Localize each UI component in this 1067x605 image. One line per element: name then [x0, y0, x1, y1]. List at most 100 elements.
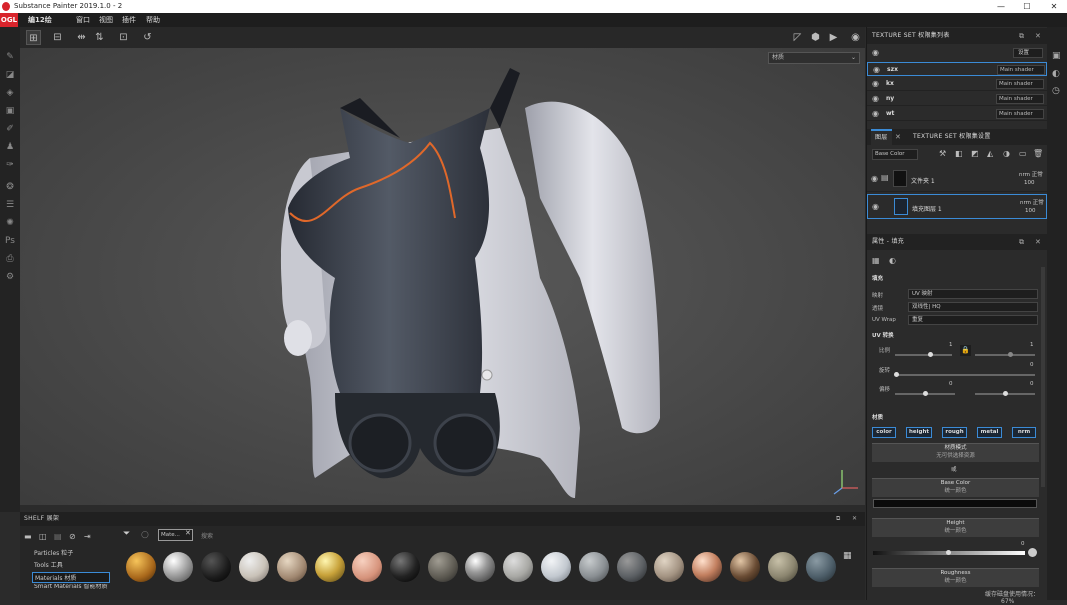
paint-brush-icon[interactable]: ✎	[4, 51, 16, 63]
channel-color-toggle[interactable]: color	[872, 427, 896, 438]
screenshot-camera-icon[interactable]: ◉	[848, 30, 863, 45]
clone-stamp-icon[interactable]: ♟	[4, 141, 16, 153]
material-ball[interactable]	[806, 552, 836, 582]
menu-help[interactable]: 帮助	[146, 13, 160, 27]
add-fill-layer-icon[interactable]: ◩	[971, 149, 979, 158]
rotation-slider-knob[interactable]	[894, 372, 899, 377]
material-ball[interactable]	[768, 552, 798, 582]
shader-select[interactable]: Main shader	[996, 79, 1044, 89]
uv-wrap-select[interactable]: 重复	[908, 315, 1038, 325]
toggle-circle-icon[interactable]: ○	[141, 530, 149, 540]
layer-blend-mode[interactable]: nrm 正常	[1020, 198, 1044, 206]
base-color-swatch[interactable]	[873, 499, 1037, 508]
material-ball[interactable]	[579, 552, 609, 582]
menu-window[interactable]: 窗口	[76, 13, 90, 27]
folder-icon[interactable]: ▬	[24, 532, 32, 541]
material-ball[interactable]	[390, 552, 420, 582]
shader-select[interactable]: Main shader	[996, 109, 1044, 119]
layer-row[interactable]: ◉ 填充图层 1 nrm 正常 100	[867, 194, 1047, 219]
grid-dropdown-icon[interactable]: ⊟	[50, 30, 65, 45]
material-ball[interactable]	[503, 552, 533, 582]
material-ball[interactable]	[730, 552, 760, 582]
eye-icon[interactable]: ◉	[872, 202, 879, 211]
material-ball[interactable]	[126, 552, 156, 582]
scale-slider-2[interactable]	[975, 354, 1035, 356]
filter-icon[interactable]: ⏷	[123, 529, 130, 539]
close-tab-icon[interactable]: ✕	[895, 129, 901, 145]
menu-plugins[interactable]: 插件	[122, 13, 136, 27]
height-slider-knob[interactable]	[946, 550, 951, 555]
shader-icon[interactable]: ✺	[4, 217, 16, 229]
properties-scrollbar[interactable]	[1041, 267, 1045, 487]
material-ball[interactable]	[428, 552, 458, 582]
layer-opacity[interactable]: 100	[1024, 180, 1035, 186]
projection-icon[interactable]: ◈	[4, 87, 16, 99]
select-mask-icon[interactable]: ◸	[790, 30, 805, 45]
channel-height-toggle[interactable]: height	[906, 427, 932, 438]
eye-icon[interactable]: ◉	[871, 174, 878, 183]
delete-layer-icon[interactable]: 🗑	[1033, 149, 1043, 158]
color-picker-icon[interactable]: ✑	[4, 159, 16, 171]
filtering-select[interactable]: 双线性| HQ	[908, 302, 1038, 312]
material-properties-icon[interactable]: ◐	[889, 256, 896, 265]
texture-set-row[interactable]: ◉ szx Main shader	[867, 62, 1047, 76]
grid-toggle-icon[interactable]: ▦	[843, 551, 852, 561]
float-panel-icon[interactable]: ⧉	[836, 512, 841, 526]
height-slot[interactable]: Height 统一颜色	[872, 518, 1039, 537]
settings-gear-icon[interactable]: ⚙	[4, 271, 16, 283]
history-icon[interactable]: ↺	[140, 30, 155, 45]
add-paint-layer-icon[interactable]: ◑	[1003, 149, 1010, 158]
add-effect-icon[interactable]: ⚒	[939, 149, 946, 158]
menu-view[interactable]: 视图	[99, 13, 113, 27]
material-ball[interactable]	[465, 552, 495, 582]
eye-icon[interactable]: ◉	[872, 92, 879, 106]
shelf-nav-materials[interactable]: Materials 材质	[32, 572, 110, 583]
add-mask-icon[interactable]: ◧	[955, 149, 963, 158]
close-panel-icon[interactable]: ✕	[1035, 234, 1041, 250]
scale-slider[interactable]	[895, 354, 952, 356]
shelf-search-input[interactable]: 搜索	[201, 531, 213, 540]
shader-select[interactable]: Main shader	[997, 65, 1045, 75]
material-ball[interactable]	[239, 552, 269, 582]
tab-texture-set-settings[interactable]: TEXTURE SET 权限集设置	[913, 129, 991, 145]
display-settings-icon[interactable]: ◐	[1052, 69, 1060, 79]
roughness-slot[interactable]: Roughness 统一颜色	[872, 568, 1039, 587]
lock-icon[interactable]: 🔒	[960, 345, 971, 356]
visibility-eye-icon[interactable]: ◉	[872, 48, 879, 57]
new-shelf-icon[interactable]: ◫	[39, 532, 47, 541]
texture-set-row[interactable]: ◉ ny Main shader	[867, 92, 1047, 106]
layer-row[interactable]: ◉ ▤ 文件夹 1 nrm 正常 100	[867, 167, 1047, 192]
mirror-icon[interactable]: ⇹	[74, 30, 89, 45]
channel-metal-toggle[interactable]: metal	[977, 427, 1002, 438]
channel-rough-toggle[interactable]: rough	[942, 427, 967, 438]
rotation-slider[interactable]	[895, 374, 1035, 376]
material-ball[interactable]	[692, 552, 722, 582]
cube-view-icon[interactable]: ⬢	[808, 30, 823, 45]
texture-set-panel-icon[interactable]: ▣	[1052, 51, 1061, 61]
3d-viewport[interactable]	[20, 48, 865, 505]
material-ball[interactable]	[541, 552, 571, 582]
close-panel-icon[interactable]: ✕	[852, 512, 857, 526]
close-window-button[interactable]: ✕	[1043, 0, 1065, 13]
shader-select[interactable]: Main shader	[996, 94, 1044, 104]
camera-video-icon[interactable]: ▶	[826, 30, 841, 45]
frame-icon[interactable]: ⊡	[116, 30, 131, 45]
shelf-nav-tools[interactable]: Tools 工具	[32, 560, 110, 571]
offset-slider-knob[interactable]	[923, 391, 928, 396]
bake-icon[interactable]: ❂	[4, 181, 16, 193]
smudge-icon[interactable]: ✐	[4, 123, 16, 135]
close-panel-icon[interactable]: ✕	[1035, 28, 1041, 44]
layers-stack-icon[interactable]: ☰	[4, 199, 16, 211]
offset-slider-2-knob[interactable]	[1003, 391, 1008, 396]
eye-icon[interactable]: ◉	[872, 77, 879, 91]
fill-bucket-icon[interactable]: ◭	[987, 149, 993, 158]
viewport-mode-select[interactable]: 材质 ⌄	[768, 52, 860, 64]
base-color-slot[interactable]: Base Color 统一颜色	[872, 478, 1039, 497]
texture-set-row[interactable]: ◉ kx Main shader	[867, 77, 1047, 91]
add-folder-icon[interactable]: ▭	[1019, 149, 1027, 158]
shelf-nav-particles[interactable]: Particles 粒子	[32, 548, 110, 559]
plugin-ps-icon[interactable]: Ps	[4, 235, 16, 247]
projection-select[interactable]: UV 映射	[908, 289, 1038, 299]
float-panel-icon[interactable]: ⧉	[1019, 234, 1024, 250]
export-icon[interactable]: ⎙	[4, 253, 16, 265]
